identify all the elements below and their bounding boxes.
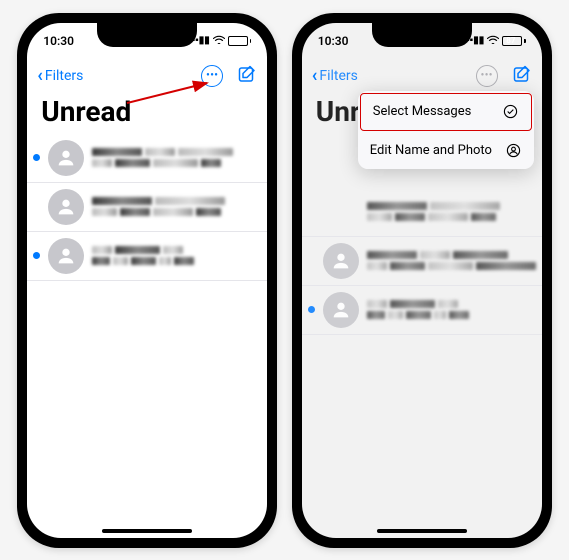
back-label: Filters — [45, 68, 84, 84]
compose-button[interactable] — [237, 64, 257, 88]
message-row[interactable] — [302, 188, 542, 237]
unread-dot — [33, 252, 40, 259]
page-title: Unread — [27, 93, 267, 134]
unread-dot — [308, 306, 315, 313]
home-indicator[interactable] — [102, 529, 192, 533]
compose-button[interactable] — [512, 64, 532, 88]
chevron-left-icon: ‹ — [312, 65, 318, 86]
nav-bar: ‹ Filters ••• — [27, 59, 267, 93]
status-time: 10:30 — [318, 34, 349, 48]
avatar — [48, 140, 84, 176]
message-preview — [367, 251, 536, 270]
wifi-icon — [487, 35, 499, 47]
menu-label: Select Messages — [373, 104, 472, 119]
back-button[interactable]: ‹ Filters — [37, 65, 83, 86]
nav-right: ••• — [476, 64, 532, 88]
menu-edit-name-photo[interactable]: Edit Name and Photo — [358, 133, 534, 169]
nav-bar: ‹ Filters ••• — [302, 59, 542, 93]
battery-icon: 87 — [502, 36, 526, 46]
more-button[interactable]: ••• — [476, 65, 498, 87]
wifi-icon — [213, 35, 225, 47]
phone-right: 10:30 ▪▪▮▮ 87 ‹ Filters ••• — [292, 13, 552, 548]
status-icons: ▪▪▮▮ 87 — [192, 35, 252, 47]
message-preview — [92, 246, 257, 265]
status-icons: ▪▪▮▮ 87 — [466, 35, 526, 47]
screen-right: 10:30 ▪▪▮▮ 87 ‹ Filters ••• — [302, 23, 542, 538]
person-circle-icon — [506, 143, 522, 159]
battery-icon: 87 — [228, 36, 252, 46]
screen-left: 10:30 ▪▪▮▮ 87 ‹ Filters ••• — [27, 23, 267, 538]
phone-left: 10:30 ▪▪▮▮ 87 ‹ Filters ••• — [17, 13, 277, 548]
message-row[interactable] — [27, 134, 267, 183]
status-time: 10:30 — [43, 34, 74, 48]
notch — [97, 23, 197, 47]
avatar — [323, 292, 359, 328]
message-row[interactable] — [27, 183, 267, 232]
message-row[interactable] — [27, 232, 267, 281]
message-row[interactable] — [302, 237, 542, 286]
back-label: Filters — [319, 68, 358, 84]
avatar — [48, 238, 84, 274]
avatar — [48, 189, 84, 225]
menu-label: Edit Name and Photo — [370, 143, 492, 158]
message-preview — [367, 300, 532, 319]
chevron-left-icon: ‹ — [37, 65, 43, 86]
check-circle-icon — [503, 104, 519, 120]
message-row[interactable] — [302, 286, 542, 335]
message-preview — [367, 202, 532, 221]
nav-right: ••• — [201, 64, 257, 88]
message-preview — [92, 148, 257, 167]
back-button[interactable]: ‹ Filters — [312, 65, 358, 86]
context-menu: Select Messages Edit Name and Photo — [358, 91, 534, 169]
more-button[interactable]: ••• — [201, 65, 223, 87]
message-preview — [92, 197, 257, 216]
notch — [372, 23, 472, 47]
home-indicator[interactable] — [377, 529, 467, 533]
menu-select-messages[interactable]: Select Messages — [360, 93, 532, 131]
unread-dot — [33, 154, 40, 161]
avatar — [323, 243, 359, 279]
